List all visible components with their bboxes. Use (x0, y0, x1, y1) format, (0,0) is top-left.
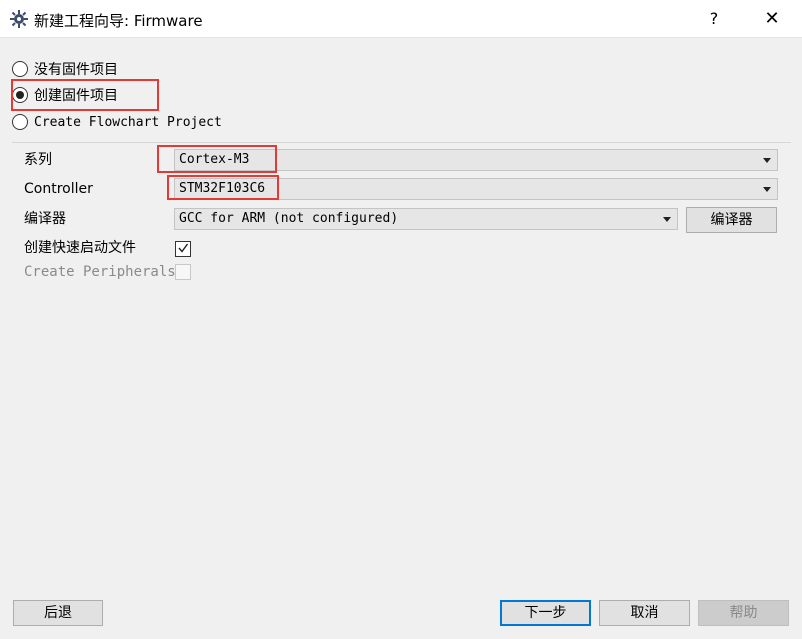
chevron-down-icon (663, 217, 671, 222)
peripherals-checkbox (175, 264, 191, 280)
series-select[interactable]: Cortex-M3 (174, 149, 778, 171)
quick-start-checkbox[interactable] (175, 241, 191, 257)
close-button[interactable]: ✕ (756, 4, 788, 34)
radio-label: 没有固件项目 (34, 62, 118, 78)
radio-create-firmware[interactable]: 创建固件项目 (12, 84, 118, 106)
controller-select[interactable]: STM32F103C6 (174, 178, 778, 200)
next-button[interactable]: 下一步 (500, 600, 591, 626)
help-title-button[interactable]: ? (698, 4, 730, 34)
chevron-down-icon (763, 158, 771, 163)
chevron-down-icon (763, 187, 771, 192)
check-icon (178, 243, 188, 253)
radio-button[interactable] (12, 114, 28, 130)
radio-label: 创建固件项目 (34, 88, 118, 104)
back-button[interactable]: 后退 (13, 600, 103, 626)
app-gear-icon (10, 10, 28, 28)
compiler-label: 编译器 (24, 211, 66, 227)
radio-create-flowchart[interactable]: Create Flowchart Project (12, 111, 222, 133)
compiler-config-button[interactable]: 编译器 (686, 207, 777, 233)
radio-button-selected[interactable] (12, 87, 28, 103)
compiler-select[interactable]: GCC for ARM (not configured) (174, 208, 678, 230)
quick-start-label: 创建快速启动文件 (24, 240, 136, 256)
title-bar: 新建工程向导: Firmware ? ✕ (0, 0, 802, 38)
controller-value: STM32F103C6 (179, 181, 266, 196)
cancel-button[interactable]: 取消 (599, 600, 690, 626)
compiler-value: GCC for ARM (not configured) (179, 211, 399, 226)
radio-no-firmware[interactable]: 没有固件项目 (12, 58, 118, 80)
controller-label: Controller (24, 181, 93, 197)
series-label: 系列 (24, 152, 52, 168)
help-button: 帮助 (698, 600, 789, 626)
peripherals-label: Create Peripherals (24, 264, 176, 280)
radio-label: Create Flowchart Project (34, 114, 222, 130)
series-value: Cortex-M3 (179, 152, 250, 167)
window-title: 新建工程向导: Firmware (34, 12, 203, 30)
radio-button[interactable] (12, 61, 28, 77)
